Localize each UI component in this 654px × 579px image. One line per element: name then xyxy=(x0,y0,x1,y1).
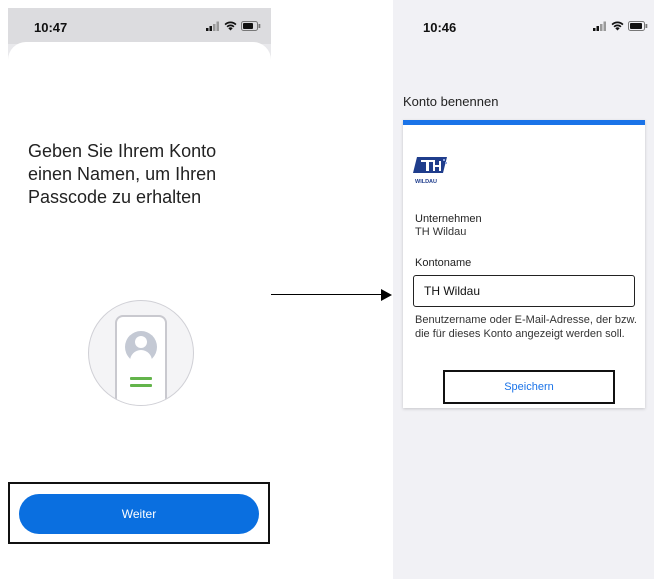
status-icons xyxy=(593,21,648,31)
signal-icon xyxy=(206,21,219,31)
battery-icon xyxy=(628,21,648,31)
status-icons xyxy=(206,21,261,31)
save-button-highlight: Speichern xyxy=(443,370,615,404)
account-name-label: Kontoname xyxy=(415,257,472,269)
wifi-icon xyxy=(224,21,237,31)
status-time: 10:47 xyxy=(34,20,68,35)
account-name-input[interactable] xyxy=(413,275,635,307)
status-bar: 10:47 xyxy=(8,8,271,44)
continue-button[interactable]: Weiter xyxy=(19,494,259,534)
arrow-right-icon xyxy=(381,289,392,301)
avatar-icon xyxy=(125,331,157,363)
screen-title: Konto benennen xyxy=(403,94,499,109)
account-card: WILDAU Unternehmen TH Wildau Kontoname B… xyxy=(403,120,645,408)
arrow-line xyxy=(271,294,383,295)
status-time: 10:46 xyxy=(423,20,457,35)
phone-illustration xyxy=(115,315,167,405)
svg-text:WILDAU: WILDAU xyxy=(415,179,437,185)
th-wildau-logo: WILDAU xyxy=(413,157,447,185)
account-illustration xyxy=(88,300,194,406)
save-button[interactable]: Speichern xyxy=(449,375,609,399)
company-label: Unternehmen xyxy=(415,213,482,225)
green-line xyxy=(130,384,152,387)
right-phone-screen: 10:46 Konto benennen WILDAU Unternehmen … xyxy=(393,0,654,579)
page-title: Geben Sie Ihrem Konto einen Namen, um Ih… xyxy=(28,141,217,207)
continue-button-highlight: Weiter xyxy=(8,482,270,544)
signal-icon xyxy=(593,21,606,31)
battery-icon xyxy=(241,21,261,31)
wifi-icon xyxy=(611,21,624,31)
company-value: TH Wildau xyxy=(415,226,467,238)
green-line xyxy=(130,377,152,380)
helper-text: Benutzername oder E-Mail-Adresse, der bz… xyxy=(415,314,637,340)
